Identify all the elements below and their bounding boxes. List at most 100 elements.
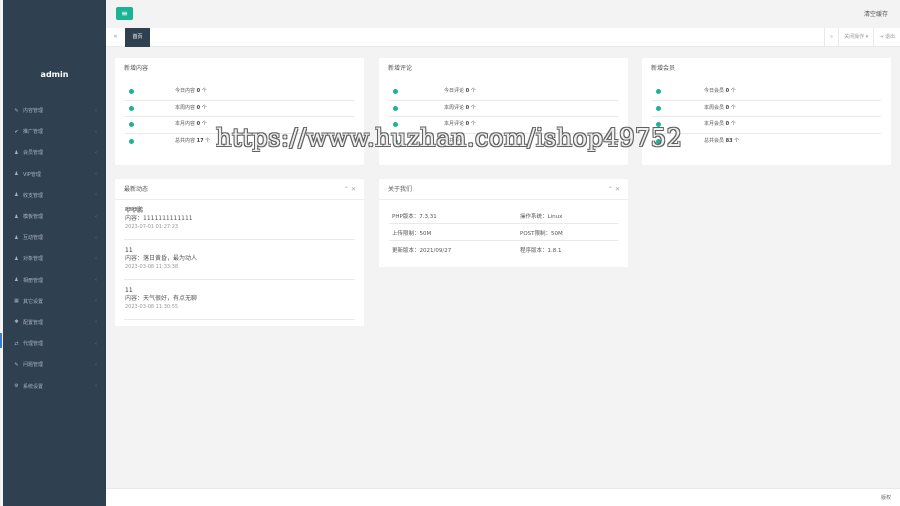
sidebar-menu: ✎ 内容管理 ‹ ✔ 推广管理 ‹ ♟ 会员管理 ‹ ♟ VIP管理 ‹ ♟ 收支管理 ‹ ♟ 模板管… xyxy=(3,100,106,397)
stat-unit: 个 xyxy=(201,104,207,111)
sidebar-item-templates[interactable]: ♟ 模板管理 ‹ xyxy=(3,206,106,227)
exchange-icon: ⇄ xyxy=(14,340,19,347)
panel-tools[interactable]: ⌃ ✕ xyxy=(608,179,620,200)
watermark: https://www.huzhan.com/ishop49752 xyxy=(216,124,683,152)
stat-value: 0 xyxy=(465,88,470,94)
stat-unit: 个 xyxy=(205,137,211,144)
chevron-left-icon: ‹ xyxy=(95,361,97,368)
sidebar-item-label: 互动管理 xyxy=(23,235,44,242)
stat-value: 17 xyxy=(196,137,204,144)
panel-title: 最新动态 ⌃ ✕ xyxy=(115,179,364,200)
news-title: 最新动态 xyxy=(124,186,149,193)
sidebar-item-label: 代理管理 xyxy=(23,341,44,348)
sidebar-item-config[interactable]: ✱ 配置管理 ‹ xyxy=(3,312,106,333)
sidebar-item-questions[interactable]: ✎ 问题管理 ‹ xyxy=(3,354,106,375)
panel-title: 关于我们 ⌃ ✕ xyxy=(379,179,628,200)
stat-value: 0 xyxy=(465,104,470,111)
tab-scroll-right-button[interactable]: » xyxy=(824,28,838,46)
sidebar-item-label: 配置管理 xyxy=(23,319,44,326)
stat-value: 83 xyxy=(725,137,733,144)
stat-row: 本月会员 0 个 xyxy=(652,117,881,134)
user-icon: ♟ xyxy=(14,255,19,262)
double-chevron-left-icon: « xyxy=(113,33,118,40)
sidebar-item-label: 内容管理 xyxy=(23,108,44,115)
chevron-left-icon: ‹ xyxy=(95,234,97,241)
check-icon: ✔ xyxy=(14,128,19,135)
chevron-left-icon: ‹ xyxy=(95,128,97,135)
tab-actions: » 关闭操作 ▾ ⇥ 退出 xyxy=(824,28,900,46)
news-item-content: 内容：落日黄昏，最为动人 xyxy=(125,255,198,262)
stat-unit: 个 xyxy=(201,88,207,94)
user-icon: ♟ xyxy=(14,171,19,178)
sidebar-item-other-settings[interactable]: ▦ 其它设置 ‹ xyxy=(3,291,106,312)
active-indicator xyxy=(0,333,2,348)
footer-text: 版权 xyxy=(880,495,891,501)
close-operations-dropdown[interactable]: 关闭操作 ▾ xyxy=(838,28,873,46)
user-icon: ♟ xyxy=(14,192,19,199)
sidebar-item-members[interactable]: ♟ 会员管理 ‹ xyxy=(3,142,106,163)
status-dot xyxy=(393,105,398,111)
clear-cache-link[interactable]: 清空缓存 xyxy=(864,9,888,18)
status-dot xyxy=(656,105,661,111)
about-row: 上传限制：50M POST限制：50M xyxy=(389,224,618,241)
news-item[interactable]: 11 内容：落日黄昏，最为动人 2023-03-08 11:33:38 xyxy=(124,240,355,280)
stat-value: 0 xyxy=(196,88,201,94)
user-icon: ♟ xyxy=(14,277,19,284)
status-dot xyxy=(656,89,661,94)
panel-title: 新增评论 xyxy=(388,65,413,72)
user-icon: ♟ xyxy=(14,213,19,220)
user-icon: ♟ xyxy=(14,234,19,241)
logout-button[interactable]: ⇥ 退出 xyxy=(873,28,900,46)
about-row: 更新版本：2021/09/27 程序版本：1.8.1 xyxy=(389,241,618,258)
news-item[interactable]: 咿咿鹏 内容：1111111111111 2023-07-01 01:27:23 xyxy=(124,200,355,240)
sidebar-item-agents[interactable]: ⇄ 代理管理 ‹ xyxy=(3,333,106,354)
news-panel: 最新动态 ⌃ ✕ 咿咿鹏 内容：1111111111111 2023-07-01 … xyxy=(115,179,364,326)
sidebar-item-vip[interactable]: ♟ VIP管理 ‹ xyxy=(3,164,106,185)
double-chevron-right-icon: » xyxy=(830,34,834,40)
grid-icon: ▦ xyxy=(14,298,19,305)
stat-row: 今日会员 0 个 xyxy=(652,84,881,101)
panel-title: 新增内容 xyxy=(124,65,149,72)
news-item-content: 内容：天气很好，有点无聊 xyxy=(125,295,198,302)
sidebar-item-content[interactable]: ✎ 内容管理 ‹ xyxy=(3,100,106,121)
sidebar-item-label: 其它设置 xyxy=(23,298,44,305)
news-item-title: 11 xyxy=(125,247,133,254)
sidebar-item-albums[interactable]: ♟ 相册管理 ‹ xyxy=(3,270,106,291)
sidebar-item-promotion[interactable]: ✔ 推广管理 ‹ xyxy=(3,121,106,142)
sidebar-item-label: 问题管理 xyxy=(23,362,44,369)
stat-unit: 个 xyxy=(470,88,476,94)
cogs-icon: ⚙ xyxy=(14,383,19,390)
chevron-left-icon: ‹ xyxy=(95,383,97,390)
stat-value: 0 xyxy=(725,88,730,94)
chevron-left-icon: ‹ xyxy=(95,319,97,326)
about-panel: 关于我们 ⌃ ✕ PHP版本：7.3.31 操作系统：Linux 上传限制：50M P… xyxy=(379,179,628,267)
chevron-left-icon: ‹ xyxy=(95,107,97,114)
stat-label: 本月内容 xyxy=(175,121,196,127)
sidebar-username[interactable]: admin xyxy=(3,70,106,79)
tab-scroll-left-button[interactable]: « xyxy=(106,28,125,46)
news-item-time: 2023-07-01 01:27:23 xyxy=(125,224,179,230)
status-dot xyxy=(129,89,134,94)
stat-row: 今日内容 0 个 xyxy=(125,84,354,101)
menu-toggle-button[interactable]: ≡ xyxy=(116,7,133,20)
stat-label: 总共会员 xyxy=(704,137,725,144)
sidebar-item-system-settings[interactable]: ⚙ 系统设置 ‹ xyxy=(3,375,106,396)
gear-icon: ✱ xyxy=(14,319,19,326)
sidebar-item-label: 模板管理 xyxy=(23,214,44,221)
sidebar-item-label: 相册管理 xyxy=(23,277,44,284)
chevron-left-icon: ‹ xyxy=(95,298,97,305)
news-item-content: 内容：1111111111111 xyxy=(125,215,193,222)
panel-tools[interactable]: ⌃ ✕ xyxy=(344,179,356,200)
sidebar-item-objects[interactable]: ♟ 对象管理 ‹ xyxy=(3,248,106,269)
tab-home[interactable]: 首页 xyxy=(125,28,150,47)
chevron-left-icon: ‹ xyxy=(95,255,97,262)
news-item-title: 11 xyxy=(125,287,133,294)
chevron-left-icon: ‹ xyxy=(95,149,97,156)
sidebar-item-finance[interactable]: ♟ 收支管理 ‹ xyxy=(3,185,106,206)
news-item[interactable]: 11 内容：天气很好，有点无聊 2023-03-08 11:30:55 xyxy=(124,280,355,320)
edit-icon: ✎ xyxy=(14,107,19,114)
user-icon: ♟ xyxy=(14,149,19,156)
stat-label: 今日会员 xyxy=(704,88,725,94)
sidebar-item-interaction[interactable]: ♟ 互动管理 ‹ xyxy=(3,227,106,248)
stat-label: 今日内容 xyxy=(175,88,196,94)
